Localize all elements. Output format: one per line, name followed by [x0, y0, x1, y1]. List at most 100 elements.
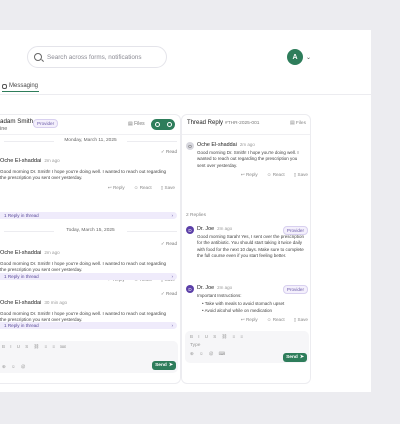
- files-label: Files: [134, 121, 145, 127]
- read-label: Read: [166, 241, 177, 246]
- files-label: Files: [295, 121, 307, 126]
- send-label: Send: [286, 355, 298, 360]
- message-actions: ↩ Reply ☺ React ▯ Save: [186, 172, 308, 178]
- thread-parent-message: O Oche El-shaddai 2m ago Good morning Dr.…: [186, 142, 308, 178]
- send-icon: ➤: [299, 355, 304, 360]
- video-icon[interactable]: [166, 122, 172, 127]
- save-label: Save: [297, 316, 308, 322]
- save-button[interactable]: ▯ Save: [294, 317, 308, 323]
- thread-link[interactable]: 1 Reply in thread ›: [0, 212, 177, 219]
- phone-icon[interactable]: [154, 122, 160, 127]
- avatar: O: [186, 142, 194, 150]
- message-time: 2m ago: [217, 285, 233, 290]
- formatting-toolbar[interactable]: B I U S ⛓ ≡ ≡ ⌨: [0, 341, 178, 350]
- message-time: 2m ago: [44, 250, 60, 255]
- top-bar: Search across forms, notifications A ⌄: [0, 30, 371, 82]
- message: Oche El-shaddai 2m ago ✓ Read Good mornin…: [0, 149, 180, 191]
- message-text: Good morning Dr. Smith! I hope you're do…: [0, 261, 167, 273]
- reply-label: Reply: [112, 184, 125, 190]
- conversation-header: adam Smith ine Provider ▤ Files: [0, 115, 180, 135]
- date-separator: Today, March 15, 2025: [0, 228, 180, 233]
- chevron-right-icon: ›: [171, 213, 173, 218]
- date-separator: Monday, March 11, 2025: [0, 138, 180, 143]
- instruction-list: Take with meals to avoid stomach upset A…: [202, 301, 308, 314]
- save-label: Save: [297, 171, 308, 177]
- replies-count: 2 Replies: [186, 213, 206, 218]
- read-label: Read: [166, 291, 177, 296]
- thread-reply: D Dr. Joe 2m ago Provider Important Instr…: [186, 285, 308, 323]
- message-actions: ↩ Reply ☺ React ▯ Save: [186, 317, 308, 323]
- send-button[interactable]: Send ➤: [152, 361, 176, 370]
- thread-title: Thread Reply #THR-2025-001: [187, 120, 259, 126]
- thread-reply: D Dr. Joe 2m ago Provider Good morning Sa…: [186, 226, 308, 259]
- save-button[interactable]: ▯ Save: [294, 172, 308, 178]
- message-time: 2m ago: [239, 142, 255, 147]
- message-time: 2m ago: [217, 226, 233, 231]
- formatting-toolbar[interactable]: B I U S ⛓ ≡ ≡: [185, 331, 309, 340]
- contact-role: ine: [0, 126, 8, 132]
- react-label: React: [139, 184, 152, 190]
- avatar: D: [186, 226, 194, 234]
- message-time: 2m ago: [44, 158, 60, 163]
- read-status: ✓ Read: [160, 149, 177, 154]
- avatar[interactable]: A: [287, 49, 303, 65]
- files-button[interactable]: ▤ Files: [128, 121, 145, 127]
- provider-badge: Provider: [282, 285, 308, 294]
- search-placeholder: Search across forms, notifications: [47, 53, 142, 61]
- react-label: React: [272, 316, 285, 322]
- provider-badge: Provider: [282, 226, 308, 235]
- reply-button[interactable]: ↩ Reply: [108, 185, 125, 191]
- reply-input[interactable]: Type: [185, 340, 309, 348]
- search-input[interactable]: Search across forms, notifications: [27, 46, 167, 68]
- read-status: ✓ Read: [160, 291, 177, 296]
- send-label: Send: [155, 363, 167, 368]
- sender-name: Dr. Joe: [197, 285, 215, 291]
- save-label: Save: [164, 184, 175, 190]
- message-sender: Oche El-shaddai: [0, 300, 42, 306]
- call-buttons[interactable]: [151, 119, 175, 130]
- react-button[interactable]: ☺ React: [134, 185, 152, 191]
- thread-link[interactable]: 1 Reply in thread ›: [0, 273, 177, 280]
- message-sender: Oche El-shaddai 2m ago: [197, 142, 308, 148]
- message-time: 30 min ago: [44, 300, 68, 305]
- sender-name: Oche El-shaddai: [197, 142, 237, 148]
- reply-button[interactable]: ↩ Reply: [241, 172, 258, 178]
- tab-label: Messaging: [9, 83, 39, 89]
- tab-bar: Messaging: [0, 82, 371, 95]
- attachment-toolbar[interactable]: ⊕ ☺ @: [0, 361, 27, 370]
- message-actions: ↩ Reply ☺ React ▯ Save: [0, 185, 180, 191]
- message-text: Good morning Sarah! Yes, I sent over the…: [197, 234, 305, 258]
- message-text: Good morning Dr. Smith! I hope you're do…: [0, 169, 167, 181]
- avatar: D: [186, 285, 194, 293]
- read-status: ✓ Read: [160, 241, 177, 246]
- thread-link[interactable]: 1 Reply in thread ›: [0, 322, 177, 329]
- send-button[interactable]: Send ➤: [283, 353, 307, 362]
- thread-panel: Thread Reply #THR-2025-001 ▤ Files O Oche…: [181, 114, 311, 384]
- chevron-right-icon: ›: [171, 323, 173, 328]
- save-button[interactable]: ▯ Save: [161, 185, 175, 191]
- react-button[interactable]: ☺ React: [267, 317, 285, 323]
- react-label: React: [272, 171, 285, 177]
- tab-messaging[interactable]: Messaging: [2, 83, 40, 92]
- read-label: Read: [166, 149, 177, 154]
- thread-link-label: 1 Reply in thread: [4, 323, 39, 328]
- thread-link-label: 1 Reply in thread: [4, 213, 39, 218]
- thread-title-text: Thread Reply: [187, 120, 224, 126]
- react-button[interactable]: ☺ React: [267, 172, 285, 178]
- message: Oche El-shaddai 30 min ago ✓ Read Good mo…: [0, 291, 180, 324]
- reply-button[interactable]: ↩ Reply: [241, 317, 258, 323]
- message-sender: Oche El-shaddai: [0, 250, 42, 256]
- message-sender: Oche El-shaddai: [0, 158, 42, 164]
- message-composer[interactable]: B I U S ⛓ ≡ ≡ ⌨ Send ➤ ⊕ ☺ @: [0, 341, 178, 373]
- search-icon: [34, 53, 42, 61]
- files-button[interactable]: ▤ Files: [290, 121, 306, 126]
- sender-name: Dr. Joe: [197, 226, 215, 232]
- send-icon: ➤: [168, 363, 173, 368]
- conversation-panel: adam Smith ine Provider ▤ Files Monday, …: [0, 114, 181, 384]
- provider-badge: Provider: [33, 119, 59, 128]
- list-item: Avoid alcohol while on medication: [202, 308, 310, 314]
- chevron-down-icon[interactable]: ⌄: [306, 54, 311, 61]
- thread-composer[interactable]: B I U S ⛓ ≡ ≡ Type ⊕ ☺ @ ⌨ Send ➤: [185, 331, 309, 363]
- app-window: Search across forms, notifications A ⌄ M…: [0, 30, 371, 392]
- chevron-right-icon: ›: [171, 274, 173, 279]
